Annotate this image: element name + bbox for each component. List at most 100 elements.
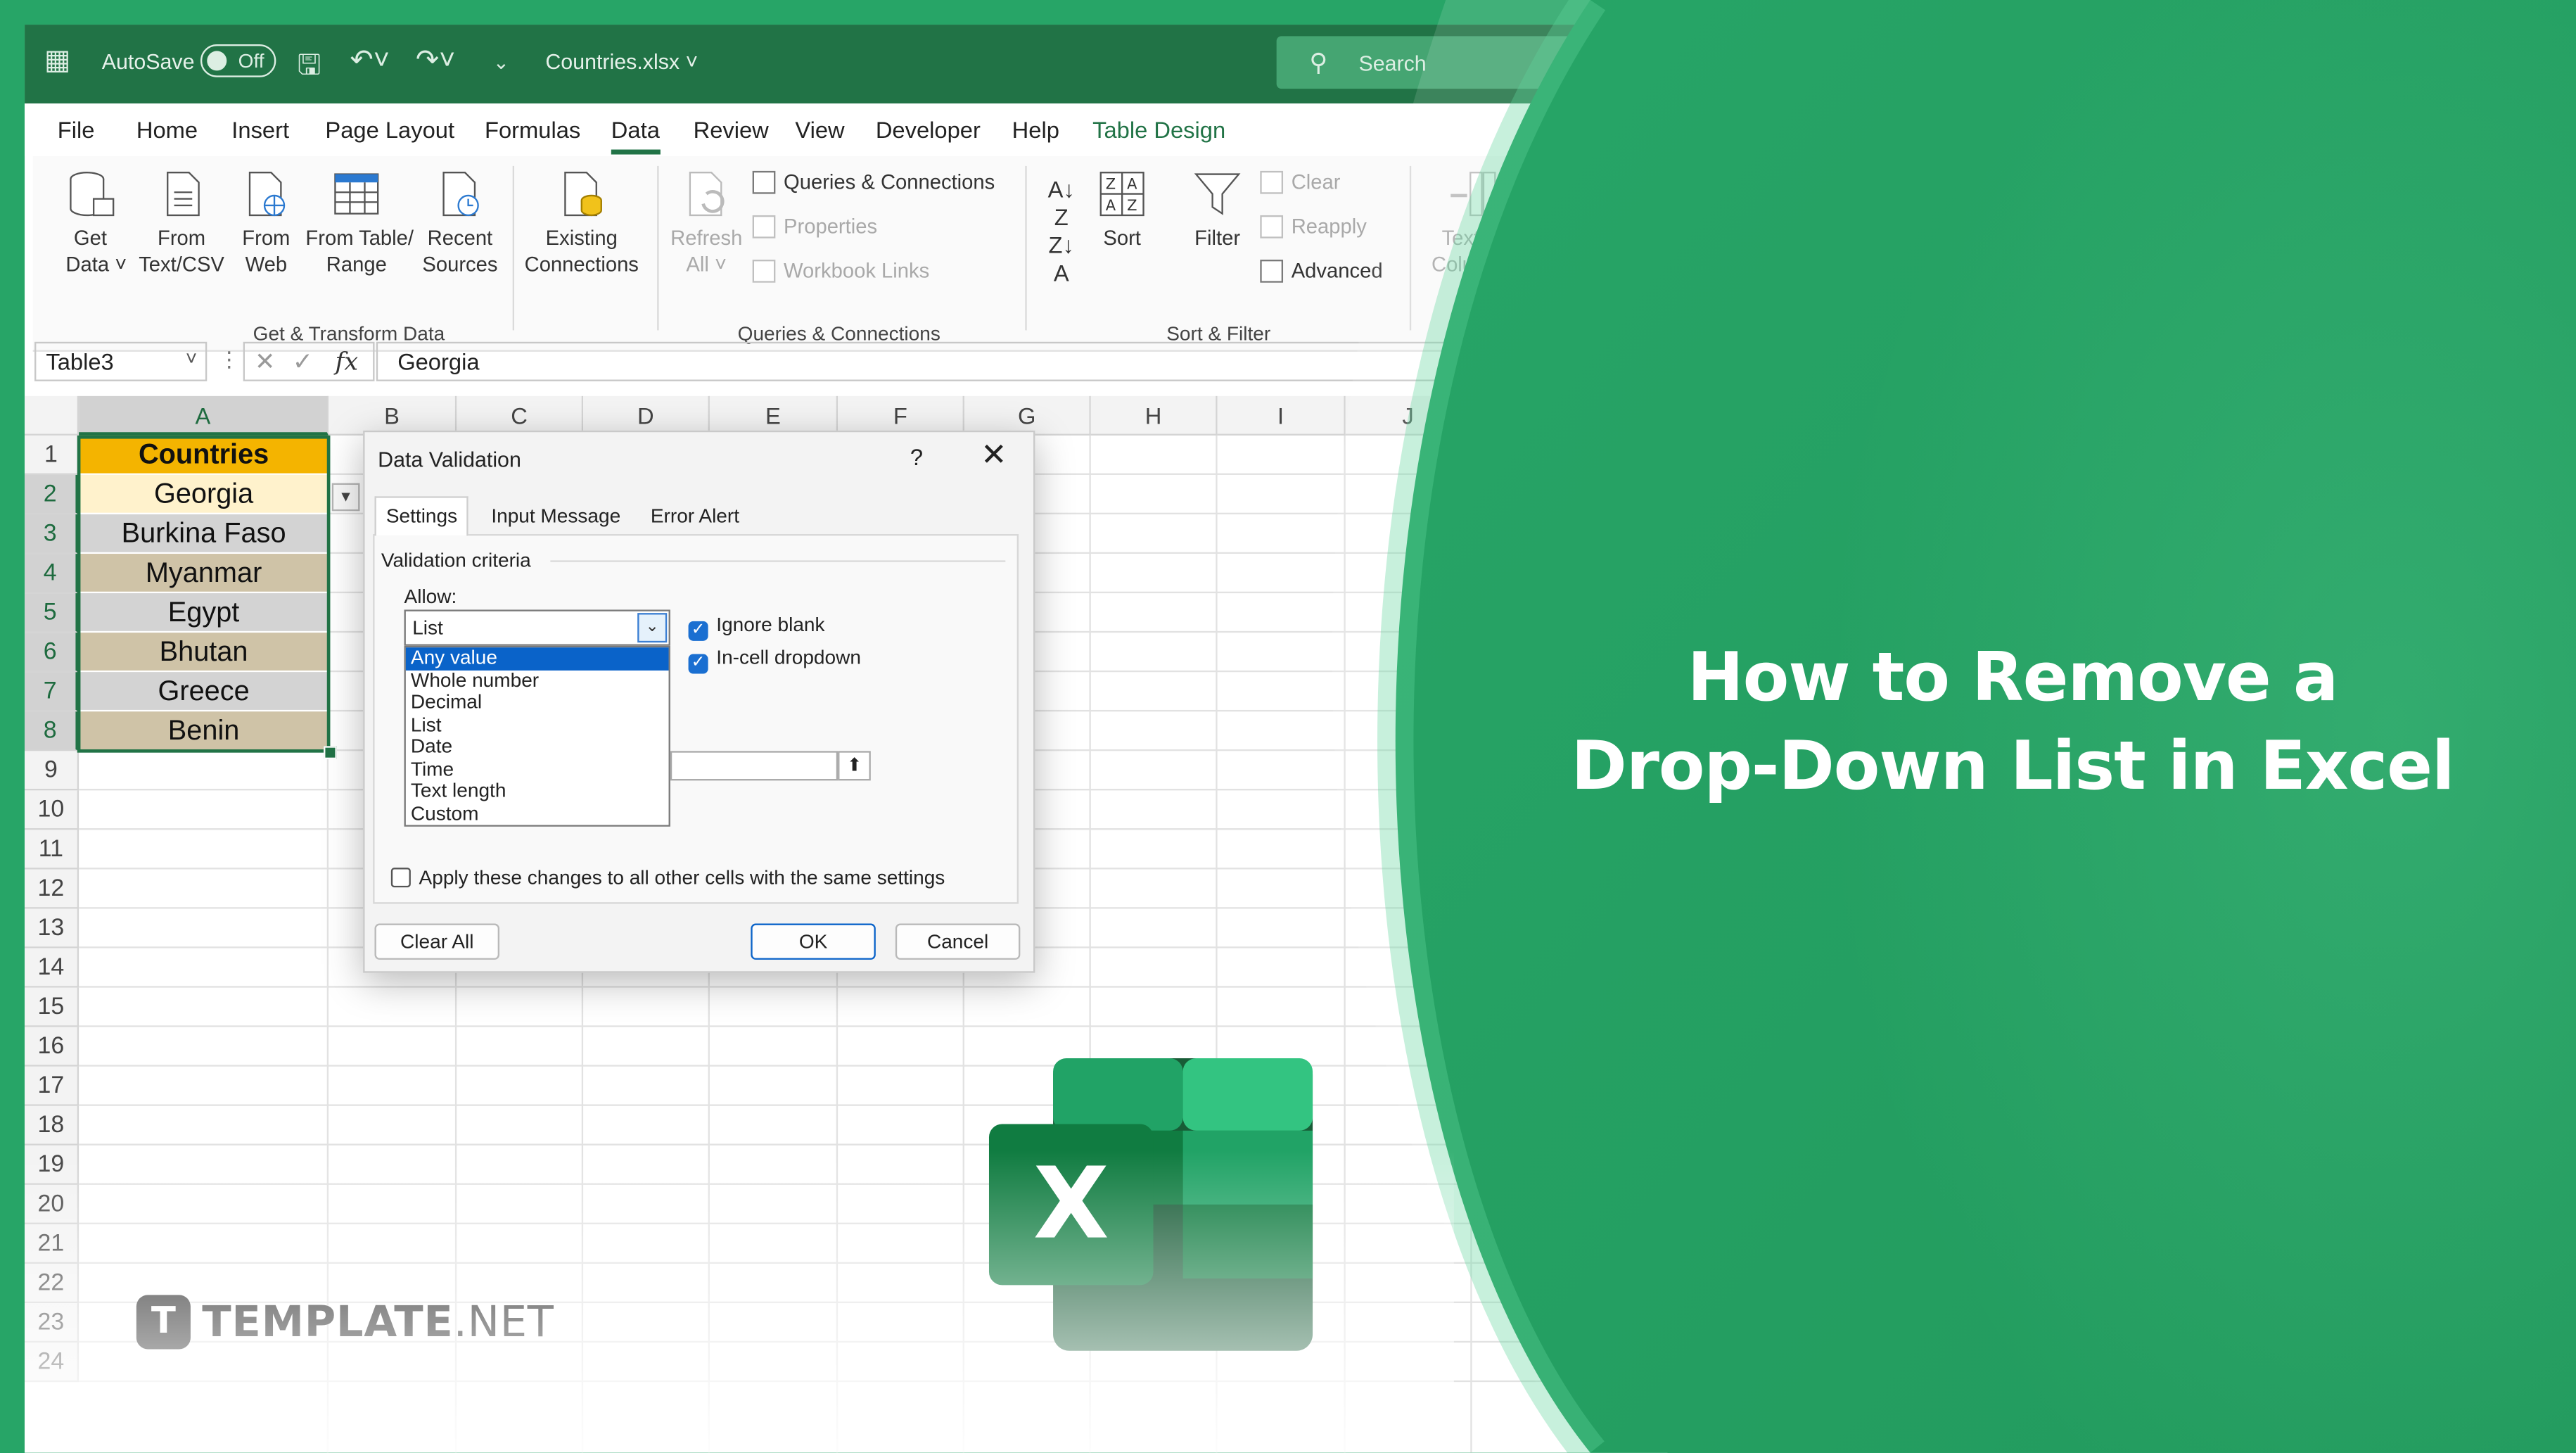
from-text-csv-button[interactable]: From Text/CSV	[136, 170, 227, 278]
advanced-filter-button[interactable]: Advanced	[1260, 260, 1382, 283]
option-decimal[interactable]: Decimal	[406, 692, 669, 714]
sort-button[interactable]: ZAAZ Sort	[1096, 170, 1149, 252]
tab-settings[interactable]: Settings	[374, 496, 468, 535]
column-header-d[interactable]: D	[583, 396, 710, 436]
option-time[interactable]: Time	[406, 759, 669, 781]
row-header-4[interactable]: 4	[25, 554, 79, 593]
existing-connections-button[interactable]: Existing Connections	[521, 170, 642, 278]
collapse-dialog-icon[interactable]: ⬆	[838, 751, 871, 780]
allow-select[interactable]: List ⌄	[404, 609, 670, 645]
queries-connections-button[interactable]: Queries & Connections	[753, 171, 995, 194]
help-button[interactable]: ?	[910, 444, 923, 470]
option-list[interactable]: List	[406, 714, 669, 737]
chevron-down-icon[interactable]: ⌄	[637, 613, 667, 642]
row-header-7[interactable]: 7	[25, 672, 79, 711]
tab-insert[interactable]: Insert	[231, 117, 289, 143]
row-header-14[interactable]: 14	[25, 948, 79, 988]
tab-error-alert[interactable]: Error Alert	[641, 500, 749, 535]
tab-formulas[interactable]: Formulas	[485, 117, 580, 143]
column-header-c[interactable]: C	[457, 396, 583, 436]
row-header-18[interactable]: 18	[25, 1106, 79, 1146]
column-header-b[interactable]: B	[329, 396, 457, 436]
column-header-g[interactable]: G	[964, 396, 1091, 436]
confirm-entry-icon[interactable]: ✓	[293, 347, 313, 376]
row-header-22[interactable]: 22	[25, 1264, 79, 1303]
tab-input-message[interactable]: Input Message	[481, 500, 630, 535]
apply-all-checkbox[interactable]: Apply these changes to all other cells w…	[391, 866, 945, 889]
excel-app-icon[interactable]: ▦	[44, 44, 71, 77]
ignore-blank-checkbox[interactable]: ✓Ignore blank	[689, 613, 825, 641]
tab-help[interactable]: Help	[1012, 117, 1059, 143]
tab-view[interactable]: View	[795, 117, 844, 143]
tab-home[interactable]: Home	[136, 117, 198, 143]
workbook-links-button[interactable]: Workbook Links	[753, 260, 930, 283]
from-web-button[interactable]: From Web	[236, 170, 295, 278]
tab-developer[interactable]: Developer	[876, 117, 981, 143]
row-header-19[interactable]: 19	[25, 1146, 79, 1185]
qat-customize-icon[interactable]: ⌄	[493, 51, 510, 74]
row-header-23[interactable]: 23	[25, 1303, 79, 1343]
file-name[interactable]: Countries.xlsx ˅	[545, 49, 698, 74]
cancel-button[interactable]: Cancel	[895, 924, 1020, 960]
column-header-a[interactable]: A	[79, 396, 329, 436]
refresh-all-button[interactable]: Refresh All ˅	[670, 170, 743, 278]
column-header-f[interactable]: F	[838, 396, 964, 436]
formula-input[interactable]: Georgia	[376, 342, 1668, 381]
row-header-12[interactable]: 12	[25, 869, 79, 908]
tab-file[interactable]: File	[58, 117, 95, 143]
option-whole-number[interactable]: Whole number	[406, 670, 669, 692]
column-header-e[interactable]: E	[710, 396, 838, 436]
cancel-entry-icon[interactable]: ✕	[255, 347, 275, 376]
tab-review[interactable]: Review	[694, 117, 769, 143]
incell-dropdown-checkbox[interactable]: ✓In-cell dropdown	[689, 646, 861, 674]
row-header-1[interactable]: 1	[25, 436, 79, 475]
from-table-range-button[interactable]: From Table/ Range	[305, 170, 407, 278]
table-header-cell[interactable]: Countries	[79, 436, 329, 475]
column-header-h[interactable]: H	[1091, 396, 1218, 436]
row-header-21[interactable]: 21	[25, 1224, 79, 1264]
insert-function-icon[interactable]: fx	[335, 347, 358, 376]
column-header-j[interactable]: J	[1346, 396, 1472, 436]
row-header-16[interactable]: 16	[25, 1027, 79, 1067]
get-data-button[interactable]: Get Data ˅	[65, 170, 115, 278]
name-box[interactable]: Table3 ˅	[34, 342, 207, 381]
row-header-10[interactable]: 10	[25, 790, 79, 830]
row-header-20[interactable]: 20	[25, 1185, 79, 1224]
table-cell[interactable]: Georgia	[79, 475, 329, 514]
row-header-3[interactable]: 3	[25, 514, 79, 554]
tab-page-layout[interactable]: Page Layout	[325, 117, 454, 143]
option-date[interactable]: Date	[406, 736, 669, 759]
source-input[interactable]	[670, 751, 838, 780]
redo-icon[interactable]: ↷˅	[416, 44, 455, 77]
fill-handle[interactable]	[324, 746, 337, 759]
row-header-15[interactable]: 15	[25, 988, 79, 1027]
row-header-17[interactable]: 17	[25, 1067, 79, 1106]
option-text-length[interactable]: Text length	[406, 780, 669, 803]
clear-all-button[interactable]: Clear All	[374, 924, 499, 960]
table-cell[interactable]: Burkina Faso	[79, 514, 329, 554]
cell-dropdown-arrow-icon[interactable]: ▼	[332, 483, 360, 512]
row-header-24[interactable]: 24	[25, 1343, 79, 1382]
ok-button[interactable]: OK	[751, 924, 875, 960]
undo-icon[interactable]: ↶˅	[350, 44, 389, 77]
sort-ascending-button[interactable]: A↓Z	[1042, 176, 1081, 231]
text-to-columns-button[interactable]: Text to Columns	[1429, 170, 1515, 278]
reapply-button[interactable]: Reapply	[1260, 215, 1367, 239]
row-header-6[interactable]: 6	[25, 633, 79, 672]
row-header-13[interactable]: 13	[25, 909, 79, 948]
autosave-toggle[interactable]: Off	[200, 44, 276, 77]
tab-data[interactable]: Data	[611, 117, 660, 143]
option-any-value[interactable]: Any value	[406, 647, 669, 670]
properties-button[interactable]: Properties	[753, 215, 877, 239]
table-cell[interactable]: Bhutan	[79, 633, 329, 672]
recent-sources-button[interactable]: Recent Sources	[422, 170, 497, 278]
table-cell[interactable]: Egypt	[79, 593, 329, 633]
row-header-2[interactable]: 2	[25, 475, 79, 514]
save-icon[interactable]: 🖫	[298, 44, 321, 92]
filter-button[interactable]: Filter	[1190, 170, 1245, 252]
row-header-5[interactable]: 5	[25, 593, 79, 633]
clear-filter-button[interactable]: Clear	[1260, 171, 1340, 194]
option-custom[interactable]: Custom	[406, 803, 669, 825]
table-cell[interactable]: Benin	[79, 711, 329, 751]
select-all-corner[interactable]	[25, 396, 79, 436]
